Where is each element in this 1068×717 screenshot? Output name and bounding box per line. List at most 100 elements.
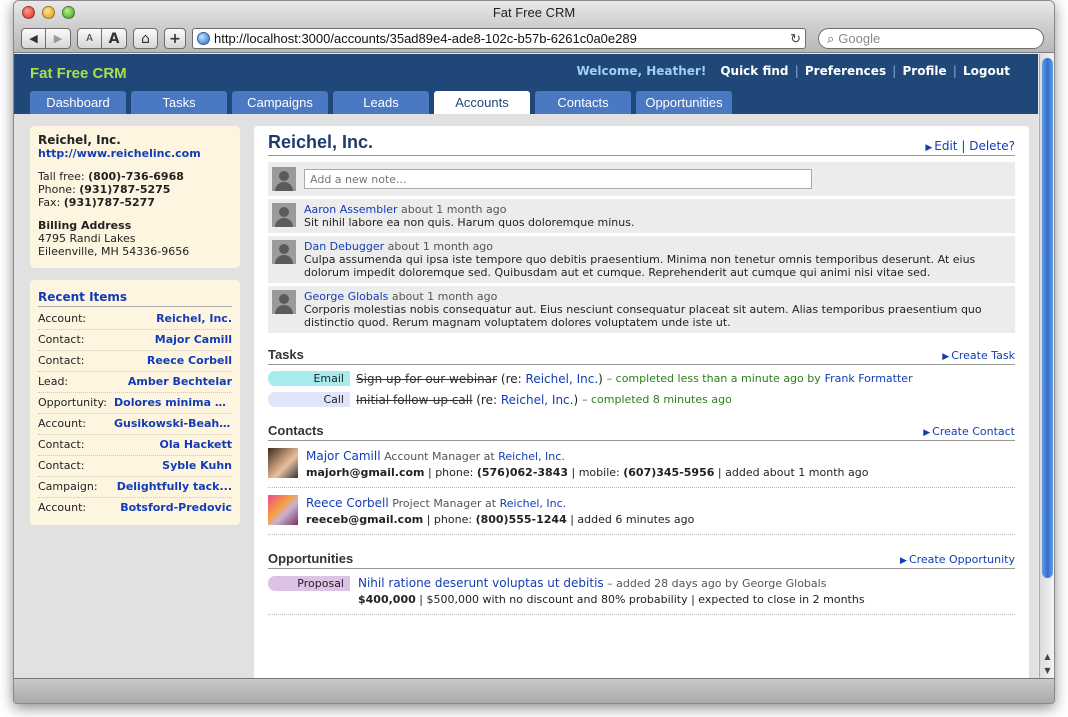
title-row: Reichel, Inc. ▶ Edit | Delete? bbox=[268, 132, 1015, 156]
recent-item-type: Account: bbox=[38, 501, 87, 514]
main-tabs: Dashboard Tasks Campaigns Leads Accounts… bbox=[30, 91, 732, 114]
website-link[interactable]: http://www.reichelinc.com bbox=[38, 147, 232, 160]
app-brand[interactable]: Fat Free CRM bbox=[30, 65, 127, 82]
tab-leads[interactable]: Leads bbox=[333, 91, 429, 114]
contact-company-link[interactable]: Reichel, Inc. bbox=[500, 497, 567, 510]
contact-company-link[interactable]: Reichel, Inc. bbox=[498, 450, 565, 463]
create-opportunity-link[interactable]: ▶ Create Opportunity bbox=[900, 553, 1015, 566]
recent-item-type: Lead: bbox=[38, 375, 69, 388]
tab-accounts[interactable]: Accounts bbox=[434, 91, 530, 114]
opportunities-header: Opportunities ▶ Create Opportunity bbox=[268, 551, 1015, 569]
search-field[interactable]: ⌕ Google bbox=[818, 28, 1044, 49]
comment-text: Culpa assumenda qui ipsa iste tempore qu… bbox=[304, 253, 976, 279]
zoom-window-icon[interactable] bbox=[62, 6, 75, 19]
search-placeholder: Google bbox=[838, 31, 881, 46]
opportunities-title: Opportunities bbox=[268, 551, 354, 566]
forward-arrow-icon: ▶ bbox=[53, 32, 63, 45]
task-re-prefix: (re: bbox=[476, 392, 498, 407]
contact-email[interactable]: reeceb@gmail.com bbox=[306, 513, 423, 526]
billing-label: Billing Address bbox=[38, 219, 132, 232]
contact-email[interactable]: majorh@gmail.com bbox=[306, 466, 425, 479]
opportunity-name-link[interactable]: Nihil ratione deserunt voluptas ut debit… bbox=[358, 576, 604, 590]
reload-icon[interactable]: ↻ bbox=[790, 31, 801, 47]
back-button[interactable]: ◀ bbox=[21, 28, 46, 49]
comment-author[interactable]: Dan Debugger bbox=[304, 240, 384, 253]
delete-link[interactable]: Delete? bbox=[969, 139, 1015, 153]
recent-item-type: Contact: bbox=[38, 438, 85, 451]
create-contact-link[interactable]: ▶ Create Contact bbox=[923, 425, 1015, 438]
tab-contacts[interactable]: Contacts bbox=[535, 91, 631, 114]
new-note-input[interactable] bbox=[304, 169, 812, 189]
text-smaller-button[interactable]: A bbox=[77, 28, 102, 49]
recent-item-link[interactable]: Reece Corbell bbox=[147, 351, 232, 371]
home-button[interactable]: ⌂ bbox=[133, 28, 158, 49]
tab-campaigns[interactable]: Campaigns bbox=[232, 91, 328, 114]
contact-role: Account Manager at bbox=[384, 450, 495, 463]
task-completed-by[interactable]: Frank Formatter bbox=[825, 372, 913, 385]
task-re-prefix: (re: bbox=[500, 371, 522, 386]
opportunity-row: Proposal Nihil ratione deserunt voluptas… bbox=[268, 569, 1015, 615]
recent-item-link[interactable]: Reichel, Inc. bbox=[156, 309, 232, 329]
toll-free-label: Tall free: bbox=[38, 170, 85, 183]
phone-label: Phone: bbox=[38, 183, 76, 196]
preferences-link[interactable]: Preferences bbox=[799, 64, 892, 78]
window-title: Fat Free CRM bbox=[492, 5, 576, 20]
recent-item-link[interactable]: Syble Kuhn bbox=[162, 456, 232, 476]
home-icon: ⌂ bbox=[141, 30, 150, 47]
quick-find-link[interactable]: Quick find bbox=[714, 64, 794, 78]
contact-name-link[interactable]: Major Camill bbox=[306, 449, 381, 463]
add-bookmark-button[interactable]: + bbox=[164, 28, 186, 49]
new-note-row bbox=[268, 162, 1015, 196]
recent-item-link[interactable]: Ola Hackett bbox=[159, 435, 232, 455]
recent-item-type: Account: bbox=[38, 312, 87, 325]
edit-link[interactable]: Edit bbox=[934, 139, 957, 153]
task-account-link[interactable]: Reichel, Inc. bbox=[526, 372, 599, 386]
comment-author[interactable]: George Globals bbox=[304, 290, 388, 303]
comment: Aaron Assembler about 1 month ago Sit ni… bbox=[268, 199, 1015, 233]
scrollbar-thumb[interactable] bbox=[1042, 58, 1053, 578]
triangle-icon: ▶ bbox=[900, 556, 907, 566]
tab-opportunities[interactable]: Opportunities bbox=[636, 91, 732, 114]
recent-item-link[interactable]: Delightfully tack... bbox=[117, 477, 232, 497]
contact-info: reeceb@gmail.com | phone: (800)555-1244 … bbox=[306, 512, 694, 528]
recent-item: Contact: Reece Corbell bbox=[38, 351, 232, 372]
forward-button[interactable]: ▶ bbox=[46, 28, 71, 49]
contact-name-link[interactable]: Reece Corbell bbox=[306, 496, 389, 510]
recent-item-link[interactable]: Major Camill bbox=[155, 330, 232, 350]
task-name[interactable]: Initial follow-up call bbox=[356, 393, 472, 407]
create-task-label: Create Task bbox=[951, 349, 1015, 362]
recent-item-link[interactable]: Gusikowski-Beahan bbox=[114, 414, 232, 434]
task-account-link[interactable]: Reichel, Inc. bbox=[501, 393, 574, 407]
text-bigger-button[interactable]: A bbox=[102, 28, 127, 49]
recent-items-title: Recent Items bbox=[38, 290, 232, 307]
account-name: Reichel, Inc. bbox=[38, 133, 121, 147]
tasks-header: Tasks ▶ Create Task bbox=[268, 347, 1015, 365]
tab-tasks[interactable]: Tasks bbox=[131, 91, 227, 114]
contact-added: | added 6 minutes ago bbox=[570, 513, 695, 526]
comment-body: George Globals about 1 month ago Corpori… bbox=[304, 290, 1011, 329]
fax-row: Fax: (931)787-5277 bbox=[38, 196, 232, 209]
recent-item-link[interactable]: Amber Bechtelar bbox=[128, 372, 232, 392]
tab-dashboard[interactable]: Dashboard bbox=[30, 91, 126, 114]
text-small-icon: A bbox=[86, 33, 93, 44]
account-summary: Reichel, Inc. http://www.reichelinc.com … bbox=[30, 126, 240, 268]
minimize-window-icon[interactable] bbox=[42, 6, 55, 19]
comment-author[interactable]: Aaron Assembler bbox=[304, 203, 398, 216]
recent-item-link[interactable]: Botsford-Predovic bbox=[120, 498, 232, 519]
comment: Dan Debugger about 1 month ago Culpa ass… bbox=[268, 236, 1015, 283]
logout-link[interactable]: Logout bbox=[957, 64, 1016, 78]
recent-item-type: Opportunity: bbox=[38, 396, 107, 409]
scroll-arrows[interactable]: ▲ ▼ bbox=[1042, 650, 1053, 678]
recent-item-link[interactable]: Dolores minima se... bbox=[114, 393, 232, 413]
contacts-header: Contacts ▶ Create Contact bbox=[268, 423, 1015, 441]
vertical-scrollbar[interactable]: ▲ ▼ bbox=[1039, 54, 1054, 680]
profile-link[interactable]: Profile bbox=[896, 64, 952, 78]
create-opportunity-label: Create Opportunity bbox=[908, 553, 1015, 566]
address-bar[interactable]: http://localhost:3000/accounts/35ad89e4-… bbox=[192, 28, 806, 49]
opportunity-amount: $400,000 bbox=[358, 593, 416, 606]
globe-icon bbox=[197, 32, 210, 45]
create-task-link[interactable]: ▶ Create Task bbox=[942, 349, 1015, 362]
task-name[interactable]: Sign up for our webinar bbox=[356, 372, 497, 386]
close-window-icon[interactable] bbox=[22, 6, 35, 19]
address-line-2: Eileenville, MH 54336-9656 bbox=[38, 245, 190, 258]
